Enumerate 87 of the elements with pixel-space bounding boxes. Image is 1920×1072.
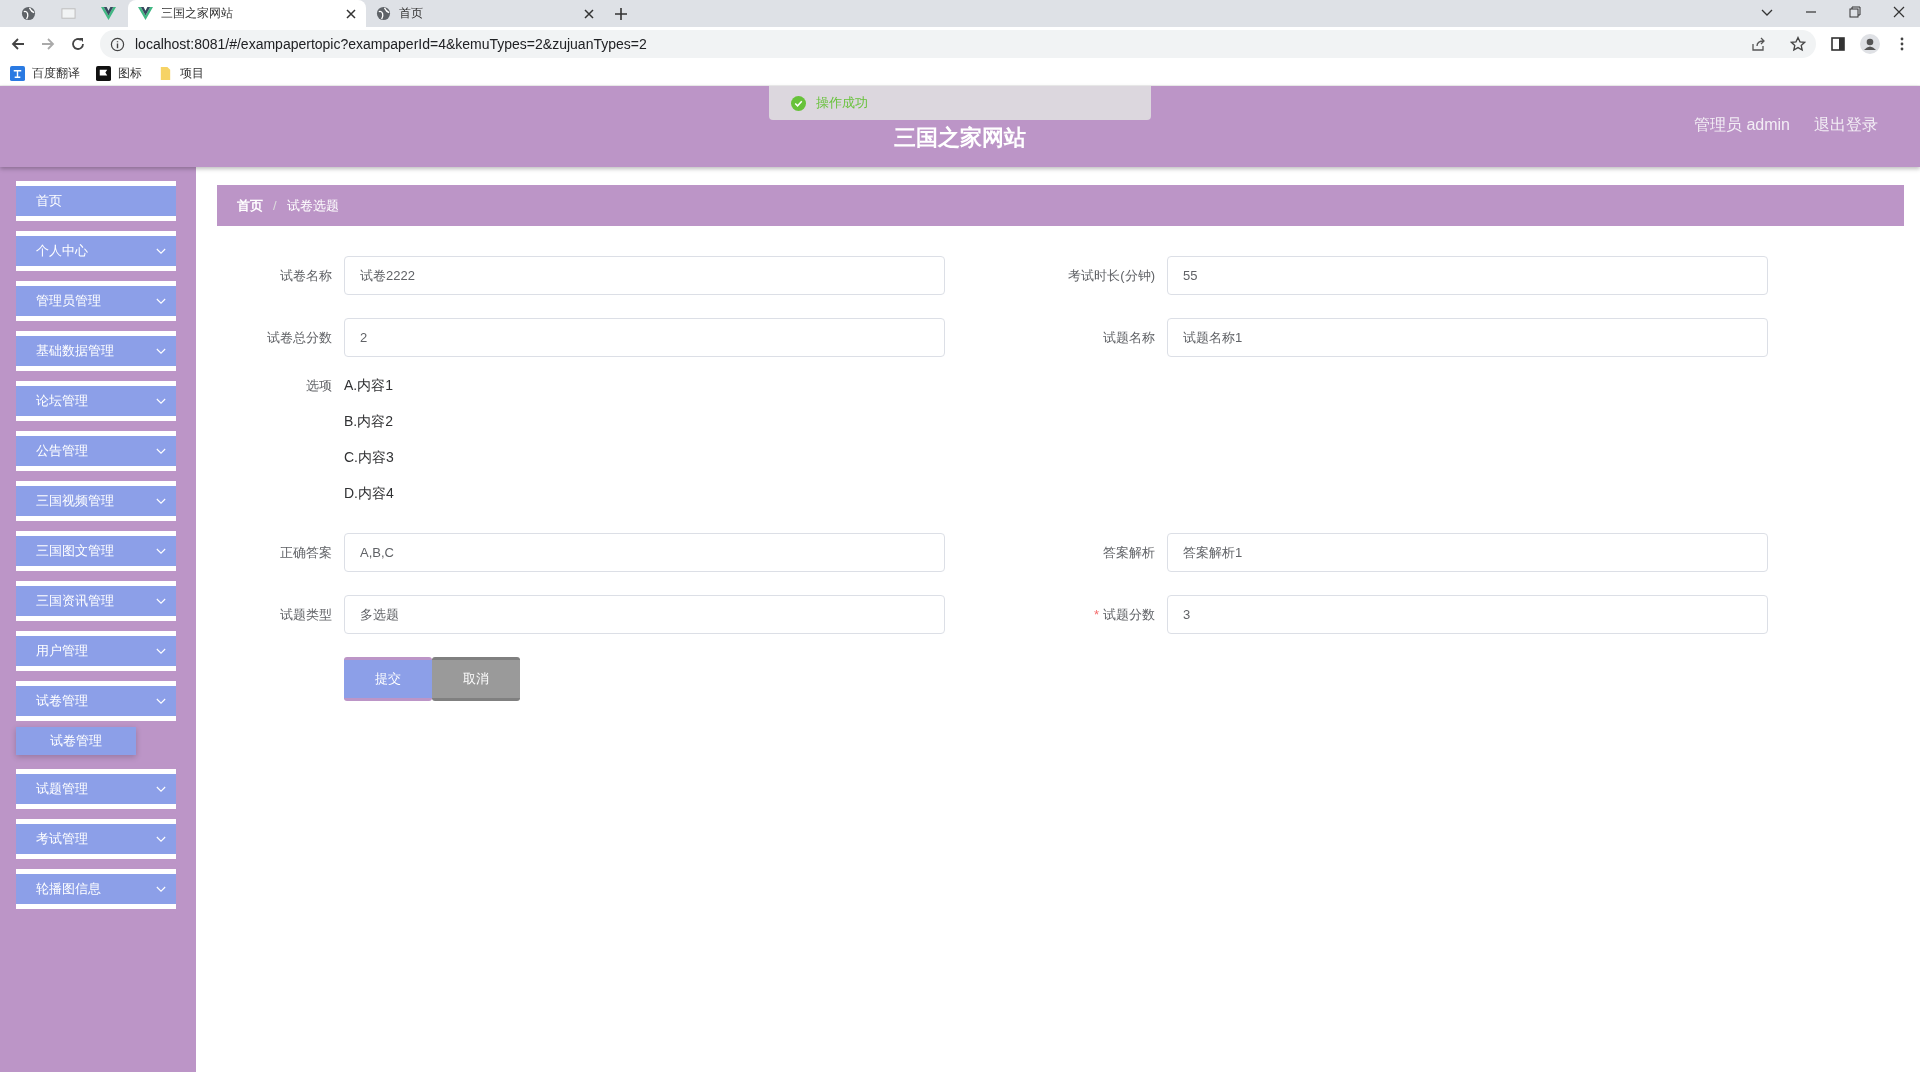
close-icon[interactable] xyxy=(1892,5,1906,19)
field-label: 选项 xyxy=(305,377,333,395)
menu-item[interactable]: 个人中心 xyxy=(16,236,176,266)
chevron-icon xyxy=(156,835,166,843)
field-label: 试题类型 xyxy=(279,605,333,624)
vue-logo-icon xyxy=(138,6,153,21)
breadcrumb-item: 试卷选题 xyxy=(286,196,339,215)
chevron-icon xyxy=(156,497,166,505)
back-icon[interactable] xyxy=(10,36,26,52)
share-icon[interactable] xyxy=(1750,36,1766,52)
field-label: 试题名称 xyxy=(1102,328,1156,347)
menu-item[interactable]: 首页 xyxy=(16,186,176,216)
tab-title: 三国之家网站 xyxy=(161,5,234,22)
site-title: 三国之家网站 xyxy=(894,123,1026,152)
close-icon[interactable] xyxy=(346,8,356,19)
input-field[interactable]: 3 xyxy=(1167,595,1768,634)
menu-item[interactable]: 基础数据管理 xyxy=(16,336,176,366)
side-panel-icon[interactable] xyxy=(1830,36,1846,52)
field-label: 答案解析 xyxy=(1102,543,1156,562)
field-label: 试卷总分数 xyxy=(266,328,333,347)
submenu-item[interactable]: 试卷管理 xyxy=(16,727,136,755)
option-text: D.内容4 xyxy=(344,484,394,503)
chevron-icon xyxy=(156,647,166,655)
bookmark[interactable]: 项目 xyxy=(158,64,204,82)
menu-item[interactable]: 用户管理 xyxy=(16,636,176,666)
info-icon xyxy=(110,36,125,52)
chevron-icon xyxy=(156,447,166,455)
toast-message: 操作成功 xyxy=(816,94,868,112)
cancel-button[interactable]: 取消 xyxy=(432,657,520,701)
close-icon[interactable] xyxy=(584,8,594,19)
menu-item[interactable]: 试题管理 xyxy=(16,774,176,804)
globe-icon xyxy=(20,6,36,21)
menu-item[interactable]: 三国视频管理 xyxy=(16,486,176,516)
field-label: 试卷名称 xyxy=(279,266,333,285)
chevron-icon xyxy=(156,785,166,793)
folder-icon xyxy=(158,65,173,81)
input-field[interactable]: 55 xyxy=(1167,256,1768,295)
restore-icon[interactable] xyxy=(1848,5,1862,19)
option-text: B.内容2 xyxy=(344,412,394,431)
bookmark[interactable]: 图标 xyxy=(96,64,142,82)
address-field[interactable]: localhost:8081/#/exampapertopic?exampaperId=4&kemuTypes=2&zujuanTypes=2 xyxy=(100,30,1816,58)
chevron-icon xyxy=(156,547,166,555)
breadcrumb-item[interactable]: 首页 xyxy=(237,196,263,215)
page-icon xyxy=(60,6,76,21)
star-icon[interactable] xyxy=(1790,36,1806,52)
menu-item[interactable]: 三国图文管理 xyxy=(16,536,176,566)
input-field[interactable]: 答案解析1 xyxy=(1167,533,1768,572)
input-field[interactable]: 2 xyxy=(344,318,945,357)
input-field[interactable]: 试卷2222 xyxy=(344,256,945,295)
chevron-icon xyxy=(156,347,166,355)
tab-title: 首页 xyxy=(399,5,424,22)
flag-icon xyxy=(96,65,111,81)
breadcrumb-separator: / xyxy=(273,198,277,213)
input-field[interactable]: A,B,C xyxy=(344,533,945,572)
field-label: * 试题分数 xyxy=(1092,605,1156,624)
field-label: 考试时长(分钟) xyxy=(1067,266,1156,285)
check-circle-icon xyxy=(791,95,806,111)
new-tab-icon[interactable] xyxy=(614,7,628,21)
user-name: 管理员 admin xyxy=(1693,115,1790,135)
logout-link[interactable]: 退出登录 xyxy=(1814,115,1878,136)
chevron-icon xyxy=(156,397,166,405)
option-text: A.内容1 xyxy=(344,376,394,395)
menu-item[interactable]: 考试管理 xyxy=(16,824,176,854)
chevron-icon xyxy=(156,885,166,893)
menu-item[interactable]: 论坛管理 xyxy=(16,386,176,416)
input-field[interactable]: 试题名称1 xyxy=(1167,318,1768,357)
profile-icon[interactable] xyxy=(1860,34,1880,54)
field-label: 正确答案 xyxy=(279,543,333,562)
globe-icon xyxy=(376,6,391,21)
menu-item[interactable]: 试卷管理 xyxy=(16,686,176,716)
submit-button[interactable]: 提交 xyxy=(344,657,432,701)
browser-tab[interactable]: 三国之家网站 xyxy=(128,0,366,27)
option-text: C.内容3 xyxy=(344,448,394,467)
menu-item[interactable]: 三国资讯管理 xyxy=(16,586,176,616)
chevron-icon xyxy=(156,297,166,305)
menu-item[interactable]: 公告管理 xyxy=(16,436,176,466)
bookmark[interactable]: 百度翻译 xyxy=(10,64,80,82)
chevron-icon xyxy=(156,597,166,605)
input-field[interactable]: 多选题 xyxy=(344,595,945,634)
browser-tab[interactable]: 首页 xyxy=(366,0,604,27)
chevron-icon xyxy=(156,697,166,705)
reload-icon[interactable] xyxy=(70,36,86,52)
menu-item[interactable]: 轮播图信息 xyxy=(16,874,176,904)
vue-logo-icon xyxy=(100,6,116,21)
translate-icon xyxy=(10,65,25,81)
menu-item[interactable]: 管理员管理 xyxy=(16,286,176,316)
chevron-icon xyxy=(156,247,166,255)
